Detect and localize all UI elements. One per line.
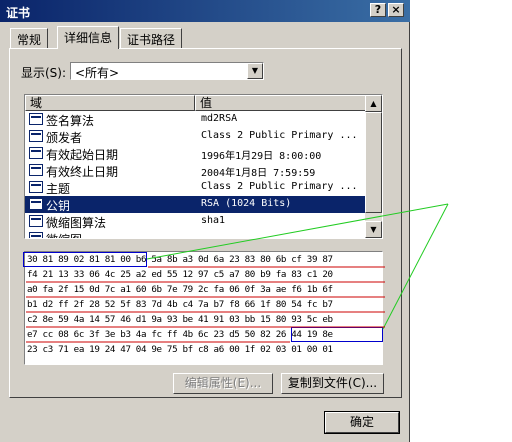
header-bytes-highlight [23,252,147,267]
list-row[interactable]: 颁发者 Class 2 Public Primary ... [25,128,366,145]
field-icon [29,130,43,142]
list-row[interactable]: 有效终止日期 2004年1月8日 7:59:59 [25,162,366,179]
field-value: 1996年1月29日 8:00:00 [201,151,322,162]
field-icon [29,215,43,227]
field-value: sha1 [201,215,226,226]
list-row[interactable]: 微缩图 ... [25,230,366,239]
field-value: RSA (1024 Bits) [201,198,292,209]
window-title: 证书 [6,6,31,20]
scroll-up-icon[interactable]: ▲ [365,95,382,112]
tab-general[interactable]: 常规 [10,28,49,48]
field-value: Class 2 Public Primary ... [201,181,358,192]
field-name: 有效起始日期 [46,148,119,162]
value-detail-box[interactable]: 30 81 89 02 81 81 00 b6 5a 8b a3 0d 6a 2… [24,251,383,365]
field-icon [29,164,43,176]
scroll-thumb[interactable] [365,112,382,213]
tab-details[interactable]: 详细信息 [57,26,120,49]
field-name: 颁发者 [46,131,83,145]
column-header-field[interactable]: 域 [25,95,195,111]
show-label: 显示(S): [21,66,67,80]
list-row[interactable]: 有效起始日期 1996年1月29日 8:00:00 [25,145,366,162]
help-button[interactable]: ? [370,3,386,17]
field-value: 2004年1月8日 7:59:59 [201,168,316,179]
field-name: 公钥 [46,199,71,213]
hex-line: c2 8e 59 4a 14 57 46 d1 9a 93 be 41 91 0… [27,314,333,325]
field-name: 主题 [46,182,71,196]
list-row[interactable]: 主题 Class 2 Public Primary ... [25,179,366,196]
ok-button[interactable]: 确定 [324,411,400,434]
column-header-value[interactable]: 值 [195,95,366,111]
vertical-scrollbar[interactable]: ▲ ▼ [365,95,382,238]
field-icon [29,198,43,210]
hex-line: b1 d2 ff 2f 28 52 5f 83 7d 4b c4 7a b7 f… [27,299,333,310]
show-selected-value: <所有> [75,66,120,80]
show-combobox[interactable]: <所有> ▼ [70,62,264,80]
field-value: ... [201,232,220,239]
fields-list[interactable]: 域 值 签名算法 md2RSA 颁发者 Class 2 Public Prima… [24,94,383,239]
field-icon [29,113,43,125]
scroll-down-icon[interactable]: ▼ [365,221,382,238]
edit-properties-button[interactable]: 编辑属性(E)... [173,373,273,394]
hex-line: a0 fa 2f 15 0d 7c a1 60 6b 7e 79 2c fa 0… [27,284,333,295]
field-name: 有效终止日期 [46,165,119,179]
list-row[interactable]: 签名算法 md2RSA [25,111,366,128]
field-name: 签名算法 [46,114,95,128]
tab-certification-path[interactable]: 证书路径 [120,28,183,48]
field-name: 微缩图算法 [46,216,107,230]
field-icon [29,147,43,159]
list-row[interactable]: 微缩图算法 sha1 [25,213,366,230]
hex-line: f4 21 13 33 06 4c 25 a2 ed 55 12 97 c5 a… [27,269,333,280]
exponent-bytes-highlight [291,327,383,342]
field-icon [29,232,43,238]
list-row-selected[interactable]: 公钥 RSA (1024 Bits) [25,196,366,213]
field-value: Class 2 Public Primary ... [201,130,358,141]
hex-line: e7 cc 08 6c 3f 3e b3 4a fc ff 4b 6c 23 d… [27,329,333,340]
copy-to-file-button[interactable]: 复制到文件(C)... [281,373,384,394]
title-bar[interactable]: 证书 ? × [0,0,410,22]
chevron-down-icon[interactable]: ▼ [247,63,263,79]
hex-line: 23 c3 71 ea 19 24 47 04 9e 75 bf c8 a6 0… [27,344,333,355]
field-name: 微缩图 [46,231,82,238]
close-button[interactable]: × [388,3,404,17]
certificate-dialog: 证书 ? × 常规 详细信息 证书路径 显示(S): <所有> ▼ 域 值 签名… [0,0,410,442]
field-icon [29,181,43,193]
field-value: md2RSA [201,113,238,124]
